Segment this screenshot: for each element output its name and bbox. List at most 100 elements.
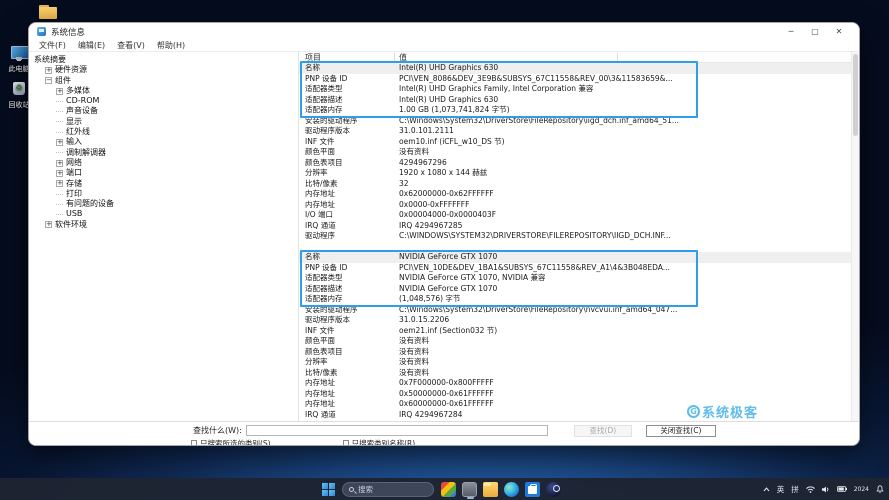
- search-selected-category-checkbox[interactable]: 只搜索所选的类别(S): [191, 438, 271, 447]
- taskbar-icon-colorful-app[interactable]: [441, 482, 456, 497]
- taskbar-icon-file-explorer[interactable]: [483, 482, 498, 497]
- table-row[interactable]: 分辨率1920 x 1080 x 144 赫兹: [299, 168, 859, 179]
- table-row[interactable]: 内存地址0x0000-0xFFFFFFF: [299, 200, 859, 211]
- expand-plus-icon[interactable]: +: [56, 170, 63, 177]
- column-divider[interactable]: [394, 53, 395, 61]
- menu-item-3[interactable]: 帮助(H): [151, 40, 191, 51]
- table-row[interactable]: INF 文件oem21.inf (Section032 节): [299, 326, 859, 337]
- taskbar-icon-edge-browser[interactable]: [504, 482, 519, 497]
- table-row[interactable]: 比特/像素32: [299, 179, 859, 190]
- expand-plus-icon[interactable]: +: [45, 67, 52, 74]
- tree-item[interactable]: 调制解调器: [29, 148, 298, 158]
- tree-connector: [56, 111, 63, 112]
- table-row[interactable]: 驱动程序C:\WINDOWS\SYSTEM32\DRIVERSTORE\FILE…: [299, 231, 859, 242]
- tree-item[interactable]: +软件环境: [29, 220, 298, 230]
- tree-item[interactable]: +硬件资源: [29, 65, 298, 75]
- taskbar-icon-steam[interactable]: [546, 482, 561, 497]
- expand-plus-icon[interactable]: +: [45, 221, 52, 228]
- minimize-button[interactable]: ─: [779, 24, 803, 39]
- tree-item[interactable]: 红外线: [29, 127, 298, 137]
- scrollbar-thumb[interactable]: [853, 54, 858, 136]
- close-find-button[interactable]: 关闭查找(C): [646, 425, 716, 437]
- menu-item-0[interactable]: 文件(F): [33, 40, 72, 51]
- hidden-icons-chevron-icon[interactable]: [763, 487, 770, 492]
- title-bar[interactable]: 系统信息 ─ ▢ ✕: [29, 23, 859, 40]
- table-row[interactable]: 颜色平面没有资料: [299, 147, 859, 158]
- table-row[interactable]: IRQ 通道IRQ 4294967285: [299, 221, 859, 232]
- collapse-minus-icon[interactable]: −: [45, 77, 52, 84]
- start-button-icon[interactable]: [322, 483, 335, 496]
- tree-item[interactable]: 有问题的设备: [29, 199, 298, 209]
- tree-item[interactable]: +存储: [29, 179, 298, 189]
- table-row[interactable]: INF 文件oem10.inf (iCFL_w10_DS 节): [299, 137, 859, 148]
- vertical-scrollbar[interactable]: [851, 52, 859, 421]
- taskbar-icon-system-info-app[interactable]: [462, 482, 477, 497]
- volume-icon[interactable]: [822, 486, 830, 493]
- table-row[interactable]: 适配器描述Intel(R) UHD Graphics 630: [299, 95, 859, 106]
- row-item-name: INF 文件: [299, 326, 393, 337]
- expand-plus-icon[interactable]: +: [56, 180, 63, 187]
- expand-plus-icon[interactable]: +: [56, 160, 63, 167]
- table-row[interactable]: 比特/像素没有资料: [299, 368, 859, 379]
- battery-icon[interactable]: [837, 486, 847, 492]
- table-row[interactable]: 颜色表项目4294967296: [299, 158, 859, 169]
- row-item-name: 适配器类型: [299, 84, 393, 95]
- tree-item[interactable]: +网络: [29, 158, 298, 168]
- table-row[interactable]: 驱动程序版本31.0.101.2111: [299, 126, 859, 137]
- close-button[interactable]: ✕: [827, 24, 851, 39]
- tree-item[interactable]: 显示: [29, 117, 298, 127]
- taskbar-search[interactable]: 搜索: [342, 482, 434, 497]
- table-row[interactable]: 分辨率没有资料: [299, 357, 859, 368]
- row-item-value: Intel(R) UHD Graphics Family, Intel Corp…: [393, 84, 859, 95]
- table-row[interactable]: 驱动程序版本31.0.15.2206: [299, 315, 859, 326]
- table-row[interactable]: I/O 端口0x00004000-0x0000403F: [299, 210, 859, 221]
- tree-item[interactable]: −组件: [29, 76, 298, 86]
- tree-item[interactable]: USB: [29, 209, 298, 219]
- taskbar-clock[interactable]: 2024: [854, 486, 869, 493]
- ime-pinyin-indicator[interactable]: 拼: [791, 484, 799, 495]
- table-row[interactable]: 安装的驱动程序C:\Windows\System32\DriverStore\F…: [299, 305, 859, 316]
- find-input[interactable]: [246, 425, 548, 436]
- expand-plus-icon[interactable]: +: [56, 139, 63, 146]
- table-row[interactable]: 适配器类型NVIDIA GeForce GTX 1070, NVIDIA 兼容: [299, 273, 859, 284]
- tree-item[interactable]: 打印: [29, 189, 298, 199]
- tree-item[interactable]: +端口: [29, 168, 298, 178]
- table-row[interactable]: 适配器描述NVIDIA GeForce GTX 1070: [299, 284, 859, 295]
- find-button[interactable]: 查找(D): [574, 425, 632, 437]
- wifi-icon[interactable]: [806, 486, 815, 493]
- column-header-item[interactable]: 项目: [305, 52, 321, 63]
- taskbar-icon-microsoft-store[interactable]: [525, 482, 540, 497]
- expand-plus-icon[interactable]: +: [56, 88, 63, 95]
- tree-item[interactable]: +输入: [29, 137, 298, 147]
- table-row[interactable]: PNP 设备 IDPCI\VEN_10DE&DEV_1BA1&SUBSYS_67…: [299, 263, 859, 274]
- table-row[interactable]: PNP 设备 IDPCI\VEN_8086&DEV_3E9B&SUBSYS_67…: [299, 74, 859, 85]
- table-row[interactable]: 名称Intel(R) UHD Graphics 630: [299, 63, 859, 74]
- table-row[interactable]: 内存地址0x62000000-0x62FFFFFF: [299, 189, 859, 200]
- table-row[interactable]: 内存地址0x7F000000-0x800FFFFF: [299, 378, 859, 389]
- tree-item[interactable]: 声音设备: [29, 106, 298, 116]
- table-row[interactable]: 颜色平面没有资料: [299, 336, 859, 347]
- column-header-value[interactable]: 值: [399, 52, 407, 63]
- column-divider[interactable]: [617, 53, 618, 61]
- table-row[interactable]: 适配器类型Intel(R) UHD Graphics Family, Intel…: [299, 84, 859, 95]
- tree-item[interactable]: CD-ROM: [29, 96, 298, 106]
- ime-language-indicator[interactable]: 英: [777, 484, 785, 495]
- checkbox-icon[interactable]: [343, 440, 349, 446]
- search-category-names-checkbox[interactable]: 只搜索类别名称(R): [343, 438, 416, 447]
- table-row[interactable]: 适配器内存1.00 GB (1,073,741,824 字节): [299, 105, 859, 116]
- checkbox-icon[interactable]: [191, 440, 197, 446]
- table-row[interactable]: 安装的驱动程序C:\Windows\System32\DriverStore\F…: [299, 116, 859, 127]
- notification-bell-icon[interactable]: [876, 485, 884, 493]
- tree-item[interactable]: +多媒体: [29, 86, 298, 96]
- table-row[interactable]: 名称NVIDIA GeForce GTX 1070: [299, 252, 859, 263]
- list-header[interactable]: 项目 值: [299, 52, 859, 63]
- menu-item-1[interactable]: 编辑(E): [72, 40, 111, 51]
- tree-item[interactable]: 系统摘要: [29, 55, 298, 65]
- menu-item-2[interactable]: 查看(V): [111, 40, 151, 51]
- table-row[interactable]: 内存地址0x60000000-0x61FFFFFF: [299, 399, 859, 410]
- maximize-button[interactable]: ▢: [803, 24, 827, 39]
- table-row[interactable]: 适配器内存(1,048,576) 字节: [299, 294, 859, 305]
- table-row[interactable]: 内存地址0x50000000-0x61FFFFFF: [299, 389, 859, 400]
- table-row[interactable]: IRQ 通道IRQ 4294967284: [299, 410, 859, 421]
- table-row[interactable]: 颜色表项目没有资料: [299, 347, 859, 358]
